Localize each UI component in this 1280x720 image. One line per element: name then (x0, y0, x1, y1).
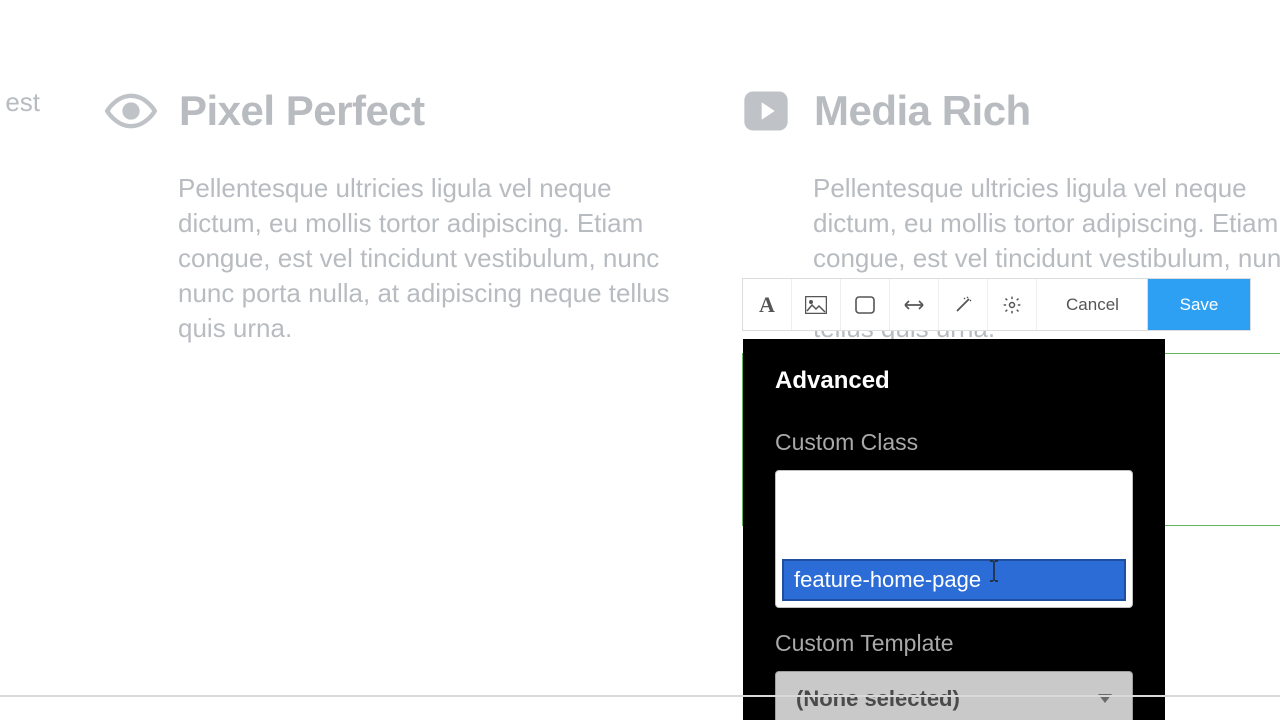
eye-icon (105, 85, 157, 137)
arrows-horizontal-icon (902, 299, 926, 311)
square-icon (855, 296, 875, 314)
feature-body-text: um, est (0, 85, 40, 120)
advanced-settings-panel: Advanced Custom Class feature-home-page … (743, 339, 1165, 720)
gear-icon (1002, 295, 1022, 315)
wand-icon (953, 295, 973, 315)
container-tool-button[interactable] (841, 279, 890, 330)
feature-title: Media Rich (814, 87, 1031, 135)
text-tool-button[interactable]: A (743, 279, 792, 330)
image-icon (805, 296, 827, 314)
feature-title: Pixel Perfect (179, 87, 425, 135)
play-icon (740, 85, 792, 137)
panel-heading: Advanced (775, 367, 1133, 395)
editor-toolbar: A Cancel Save (742, 278, 1251, 331)
feature-header: Media Rich (740, 85, 1280, 137)
custom-template-label: Custom Template (775, 630, 1133, 657)
footer-divider (0, 695, 1280, 697)
spacing-tool-button[interactable] (890, 279, 939, 330)
custom-class-label: Custom Class (775, 429, 1133, 456)
custom-class-input[interactable]: feature-home-page (775, 470, 1133, 608)
font-icon: A (759, 292, 775, 318)
class-tag-text: feature-home-page (794, 567, 981, 593)
class-tag-chip[interactable]: feature-home-page (782, 559, 1126, 601)
feature-block-fragment: um, est (0, 85, 40, 120)
settings-tool-button[interactable] (988, 279, 1037, 330)
page-canvas: um, est Pixel Perfect Pellentesque ultri… (0, 0, 1280, 720)
image-tool-button[interactable] (792, 279, 841, 330)
feature-block-pixel-perfect: Pixel Perfect Pellentesque ultricies lig… (105, 85, 695, 346)
feature-body-text: Pellentesque ultricies ligula vel neque … (178, 171, 695, 346)
style-tool-button[interactable] (939, 279, 988, 330)
select-value: (None selected) (796, 686, 960, 712)
cancel-button[interactable]: Cancel (1038, 279, 1148, 330)
save-button[interactable]: Save (1148, 279, 1250, 330)
feature-header: Pixel Perfect (105, 85, 695, 137)
